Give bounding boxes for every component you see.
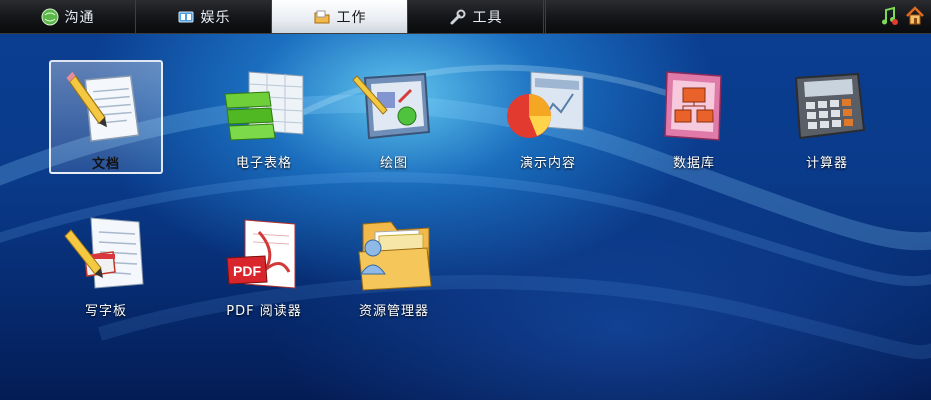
app-label: 绘图	[379, 156, 408, 171]
wordpad-icon	[64, 217, 144, 289]
tab-label: 沟通	[64, 9, 95, 26]
app-label: 演示内容	[519, 156, 576, 171]
app-database[interactable]: 数据库	[637, 60, 751, 174]
app-label: PDF 阅读器	[226, 304, 302, 319]
app-wordpad[interactable]: 写字板	[49, 208, 163, 322]
app-label: 文档	[91, 157, 120, 172]
pdf-reader-icon: PDF	[226, 219, 296, 289]
folder-icon	[314, 10, 329, 23]
app-spreadsheet[interactable]: 电子表格	[207, 60, 321, 174]
app-pdf-reader[interactable]: PDF PDF 阅读器	[207, 208, 321, 322]
corner-icons	[879, 6, 925, 26]
file-explorer-icon	[358, 221, 432, 291]
tab-label: 工具	[472, 9, 503, 26]
tab-divider	[544, 0, 546, 33]
app-label: 计算器	[805, 156, 848, 171]
calculator-icon	[794, 72, 866, 140]
home-icon[interactable]	[905, 6, 925, 26]
tab-work[interactable]: 工作	[272, 0, 408, 33]
app-calculator[interactable]: 计算器	[770, 60, 884, 174]
svg-text:PDF: PDF	[233, 263, 261, 279]
tab-entertainment[interactable]: 娱乐	[136, 0, 272, 33]
tab-label: 娱乐	[200, 9, 231, 26]
app-drawing[interactable]: 绘图	[337, 60, 451, 174]
app-label: 资源管理器	[358, 304, 429, 319]
document-pencil-icon	[66, 71, 140, 142]
tab-label: 工作	[336, 9, 367, 26]
media-player-icon	[178, 11, 193, 22]
app-file-explorer[interactable]: 资源管理器	[337, 208, 451, 322]
top-tab-bar: 沟通 娱乐 工作 工具	[0, 0, 931, 34]
app-label: 数据库	[672, 156, 715, 171]
drawing-icon	[352, 72, 431, 140]
wrench-icon	[450, 9, 465, 24]
app-label: 写字板	[84, 304, 127, 319]
app-presentation[interactable]: 演示内容	[491, 60, 605, 174]
tab-communication[interactable]: 沟通	[0, 0, 136, 33]
database-icon	[664, 71, 722, 141]
app-documents[interactable]: 文档	[49, 60, 163, 174]
app-label: 电子表格	[235, 156, 292, 171]
spreadsheet-icon	[224, 71, 304, 141]
presentation-chart-icon	[507, 71, 584, 138]
globe-icon	[41, 8, 58, 25]
tab-tools[interactable]: 工具	[408, 0, 544, 33]
music-note-icon[interactable]	[879, 6, 899, 26]
